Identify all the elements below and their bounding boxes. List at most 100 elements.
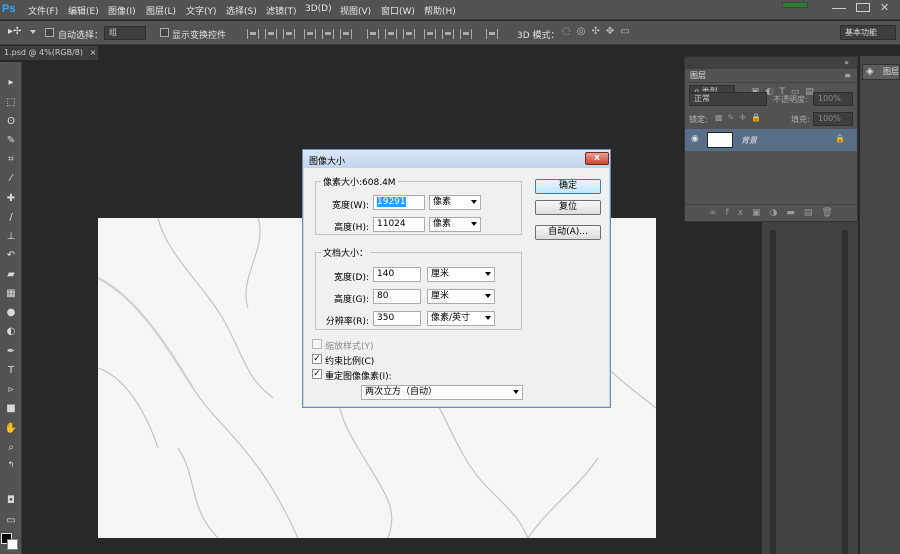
menu-filter[interactable]: 滤镜(T) xyxy=(266,4,297,17)
lock-icons[interactable]: ▩✎✛🔒 xyxy=(715,113,766,122)
layer-row-background[interactable]: ◉ 背景 🔒 xyxy=(685,129,857,151)
screen-mode-icon[interactable]: ▭ xyxy=(3,514,19,528)
hand-tool-icon[interactable]: ✋ xyxy=(3,422,19,436)
align-right-icon[interactable] xyxy=(340,29,352,39)
show-transform-label: 显示变换控件 xyxy=(172,31,227,41)
resolution-input[interactable]: 350 xyxy=(373,311,421,326)
3d-rotate-icons[interactable]: ◌◎✣✥▭ xyxy=(562,26,636,37)
doc-width-unit-select[interactable]: 厘米 xyxy=(427,267,495,282)
resample-checkbox[interactable]: ✓ xyxy=(312,369,322,379)
swap-colors-icon[interactable]: ↰ xyxy=(3,458,19,472)
pixel-height-input[interactable]: 11024 xyxy=(373,217,425,232)
resolution-unit-select[interactable]: 像素/英寸 xyxy=(427,311,495,326)
align-bottom-icon[interactable] xyxy=(283,29,295,39)
panel-menu-icon[interactable]: ≡ xyxy=(844,71,851,80)
resample-method-select[interactable]: 两次立方（自动） xyxy=(361,385,523,400)
blur-tool-icon[interactable]: ● xyxy=(3,306,19,320)
tools-panel: ▸ ⬚ ʘ ✎ ⌗ ⁄ ✚ / ⊥ ↶ ▰ ▦ ● ◐ ✒ T ▹ ■ ✋ ⌕ … xyxy=(0,62,22,554)
align-top-icon[interactable] xyxy=(247,29,259,39)
menu-window[interactable]: 窗口(W) xyxy=(381,4,415,17)
auto-select-checkbox[interactable] xyxy=(45,28,54,37)
distribute-vcenter-icon[interactable] xyxy=(385,29,397,39)
quick-mask-icon[interactable]: ◘ xyxy=(3,494,19,508)
distribute-right-icon[interactable] xyxy=(460,29,472,39)
eraser-tool-icon[interactable]: ▰ xyxy=(3,268,19,282)
lasso-tool-icon[interactable]: ʘ xyxy=(3,115,19,129)
shape-tool-icon[interactable]: ■ xyxy=(3,402,19,416)
menu-type[interactable]: 文字(Y) xyxy=(186,4,217,17)
doc-width-input[interactable]: 140 xyxy=(373,267,421,282)
document-tab-close-icon[interactable]: × xyxy=(90,48,97,57)
blend-mode-dropdown[interactable]: 正常 xyxy=(689,92,767,106)
move-tool-icon[interactable]: ▸ xyxy=(3,76,19,90)
auto-select-dropdown[interactable]: 组 xyxy=(104,26,146,40)
scale-styles-checkbox[interactable] xyxy=(312,339,322,349)
menu-file[interactable]: 文件(F) xyxy=(28,4,58,17)
menu-select[interactable]: 选择(S) xyxy=(226,4,257,17)
background-color-swatch[interactable] xyxy=(7,539,18,550)
brush-tool-icon[interactable]: / xyxy=(3,211,19,225)
dialog-titlebar[interactable]: 图像大小 x xyxy=(303,150,610,168)
history-brush-tool-icon[interactable]: ↶ xyxy=(3,249,19,263)
minimize-icon[interactable] xyxy=(832,3,846,13)
zoom-tool-icon[interactable]: ⌕ xyxy=(3,441,19,455)
doc-width-label: 宽度(D): xyxy=(334,273,369,283)
close-icon[interactable]: ✕ xyxy=(880,1,889,14)
constrain-proportions-checkbox[interactable]: ✓ xyxy=(312,354,322,364)
align-hcenter-icon[interactable] xyxy=(322,29,334,39)
healing-brush-tool-icon[interactable]: ✚ xyxy=(3,192,19,206)
eye-icon[interactable]: ◉ xyxy=(691,134,699,144)
menu-edit[interactable]: 编辑(E) xyxy=(68,4,99,17)
crop-tool-icon[interactable]: ⌗ xyxy=(3,153,19,167)
distribute-top-icon[interactable] xyxy=(367,29,379,39)
doc-height-unit-select[interactable]: 厘米 xyxy=(427,289,495,304)
marquee-tool-icon[interactable]: ⬚ xyxy=(3,96,19,110)
distribute-left-icon[interactable] xyxy=(424,29,436,39)
align-vcenter-icon[interactable] xyxy=(265,29,277,39)
layers-tab[interactable]: 图层 xyxy=(687,70,721,82)
auto-button[interactable]: 自动(A)... xyxy=(535,225,601,240)
auto-select-value: 组 xyxy=(109,28,117,37)
ok-button[interactable]: 确定 xyxy=(535,179,601,194)
document-tab-label: 1.psd @ 4%(RGB/8) xyxy=(4,48,84,57)
workspace-dropdown[interactable]: 基本功能 xyxy=(840,25,896,40)
gradient-tool-icon[interactable]: ▦ xyxy=(3,287,19,301)
pixel-width-input[interactable]: 19291 xyxy=(373,195,425,210)
fill-value: 100% xyxy=(818,114,841,123)
pixel-height-unit: 像素 xyxy=(433,219,452,229)
move-tool-icon[interactable]: ▸✢ xyxy=(8,26,21,37)
maximize-icon[interactable] xyxy=(856,3,870,12)
pixel-height-unit-select[interactable]: 像素 xyxy=(429,217,481,232)
menu-3d[interactable]: 3D(D) xyxy=(305,4,332,14)
pen-tool-icon[interactable]: ✒ xyxy=(3,345,19,359)
tool-preset-arrow-icon[interactable] xyxy=(30,30,36,34)
quick-select-tool-icon[interactable]: ✎ xyxy=(3,134,19,148)
menu-image[interactable]: 图像(I) xyxy=(108,4,136,17)
photoshop-window: Ps 文件(F) 编辑(E) 图像(I) 图层(L) 文字(Y) 选择(S) 滤… xyxy=(0,0,900,554)
opacity-input[interactable]: 100% xyxy=(813,92,853,106)
doc-height-input[interactable]: 80 xyxy=(373,289,421,304)
panel-collapse-icon[interactable]: » xyxy=(844,58,849,67)
layers-footer-icons[interactable]: ∞fx▣◑▬▤🗑 xyxy=(709,208,842,218)
menu-layer[interactable]: 图层(L) xyxy=(146,4,176,17)
auto-select-label: 自动选择： xyxy=(58,31,104,41)
align-left-icon[interactable] xyxy=(304,29,316,39)
menu-view[interactable]: 视图(V) xyxy=(340,4,371,17)
menu-help[interactable]: 帮助(H) xyxy=(424,4,456,17)
show-transform-checkbox[interactable] xyxy=(160,28,169,37)
doc-height-unit: 厘米 xyxy=(431,291,450,301)
eyedropper-tool-icon[interactable]: ⁄ xyxy=(3,172,19,186)
dodge-tool-icon[interactable]: ◐ xyxy=(3,325,19,339)
document-tab[interactable]: 1.psd @ 4%(RGB/8) × xyxy=(0,46,98,60)
distribute-bottom-icon[interactable] xyxy=(403,29,415,39)
dialog-close-button[interactable]: x xyxy=(585,152,609,165)
clone-stamp-tool-icon[interactable]: ⊥ xyxy=(3,230,19,244)
reset-button[interactable]: 复位 xyxy=(535,200,601,215)
fill-input[interactable]: 100% xyxy=(813,112,853,126)
path-select-tool-icon[interactable]: ▹ xyxy=(3,383,19,397)
doc-width-unit: 厘米 xyxy=(431,269,450,279)
auto-align-icon[interactable] xyxy=(486,29,498,39)
pixel-width-unit-select[interactable]: 像素 xyxy=(429,195,481,210)
distribute-hcenter-icon[interactable] xyxy=(442,29,454,39)
type-tool-icon[interactable]: T xyxy=(3,364,19,378)
